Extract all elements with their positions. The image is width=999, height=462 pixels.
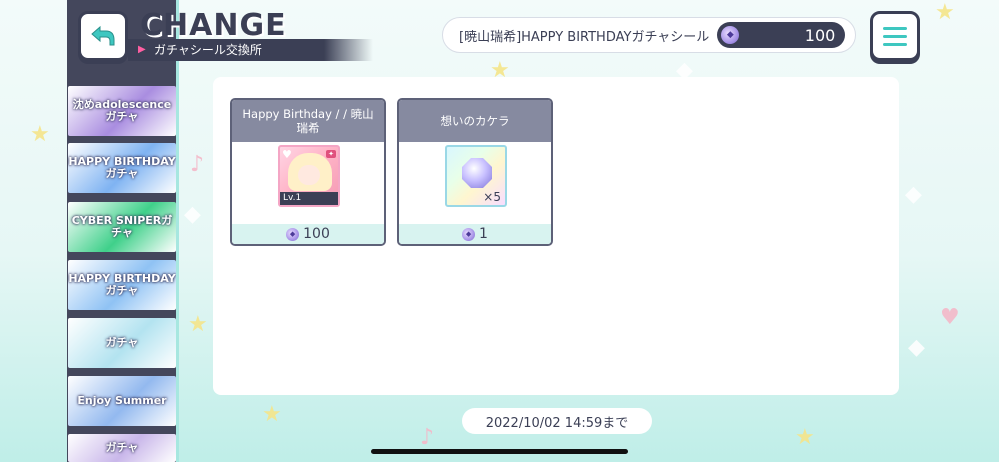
menu-button[interactable] [870,11,920,61]
banner-label: 沈めadolescenceガチャ [72,98,172,123]
item-price: ◆ 100 [232,224,384,244]
star-decoration: ★ [795,425,815,450]
diamond-decoration: ◆ [905,182,922,207]
currency-display: [暁山瑞希]HAPPY BIRTHDAYガチャシール ◆ 100 [442,17,856,53]
gacha-banner-1[interactable]: 沈めadolescenceガチャ [68,86,176,136]
gacha-banner-4[interactable]: HAPPY BIRTHDAYガチャ [68,260,176,310]
character-face [298,165,320,185]
banner-label: HAPPY BIRTHDAYガチャ [68,272,176,297]
page-title: CHANGE [140,8,287,43]
back-button[interactable] [78,11,128,61]
gacha-banner-7[interactable]: ガチャ [68,434,176,462]
hamburger-menu-icon [883,26,907,30]
crystal-shard-icon [462,158,492,188]
currency-label: [暁山瑞希]HAPPY BIRTHDAYガチャシール [459,29,710,45]
hamburger-menu-icon [883,42,907,46]
item-name: 想いのカケラ [399,100,551,142]
material-thumbnail: ×5 [445,145,507,207]
gacha-banner-5[interactable]: ガチャ [68,318,176,368]
price-value: 100 [303,226,330,242]
limited-badge-icon: ✦ [326,150,336,158]
heart-decoration: ♥ [940,305,960,330]
gacha-seal-icon: ◆ [721,26,740,44]
gacha-banner-3[interactable]: CYBER SNIPERガチャ [68,202,176,252]
star-decoration: ★ [188,312,208,337]
exchange-item-card[interactable]: Happy Birthday / / 暁山瑞希 ♥ ✦ Lv.1 ◆ 100 [230,98,386,246]
price-value: 1 [479,226,488,242]
exchange-deadline: 2022/10/02 14:59まで [462,408,652,434]
heart-icon: ♥ [282,148,292,161]
card-level: Lv.1 [280,192,338,205]
banner-label: ガチャ [105,336,139,349]
note-decoration: ♪ [190,152,205,177]
sidebar-edge-stripe [176,0,179,462]
page-subtitle: ガチャシール交換所 [154,43,262,57]
item-thumbnail-area: ♥ ✦ Lv.1 [232,142,384,224]
item-thumbnail-area: ×5 [399,142,551,224]
diamond-decoration: ◆ [908,335,925,360]
gacha-seal-icon: ◆ [462,227,476,241]
star-decoration: ★ [262,402,282,427]
back-arrow-icon [91,25,115,46]
note-decoration: ♪ [420,425,435,450]
gacha-seal-icon: ◆ [286,227,300,241]
banner-label: CYBER SNIPERガチャ [71,214,173,239]
star-decoration: ★ [935,0,955,25]
exchange-item-card[interactable]: 想いのカケラ ×5 ◆ 1 [397,98,553,246]
screen-title-block: ▶ ガチャシール交換所 CHANGE [128,8,378,64]
currency-amount: 100 [804,25,836,45]
item-price: ◆ 1 [399,224,551,244]
diamond-decoration: ◆ [184,202,201,227]
currency-amount-box: ◆ 100 [717,22,846,48]
member-card-thumbnail: ♥ ✦ Lv.1 [278,145,340,207]
hamburger-menu-icon [883,34,907,38]
item-quantity: ×5 [483,190,501,204]
star-decoration: ★ [30,122,50,147]
banner-label: ガチャ [105,441,139,454]
item-name: Happy Birthday / / 暁山瑞希 [232,100,384,142]
gacha-banner-6[interactable]: Enjoy Summer [68,376,176,426]
banner-label: HAPPY BIRTHDAYガチャ [68,155,176,180]
gacha-banner-2[interactable]: HAPPY BIRTHDAYガチャ [68,143,176,193]
home-indicator[interactable] [371,449,628,454]
banner-label: Enjoy Summer [77,394,167,407]
